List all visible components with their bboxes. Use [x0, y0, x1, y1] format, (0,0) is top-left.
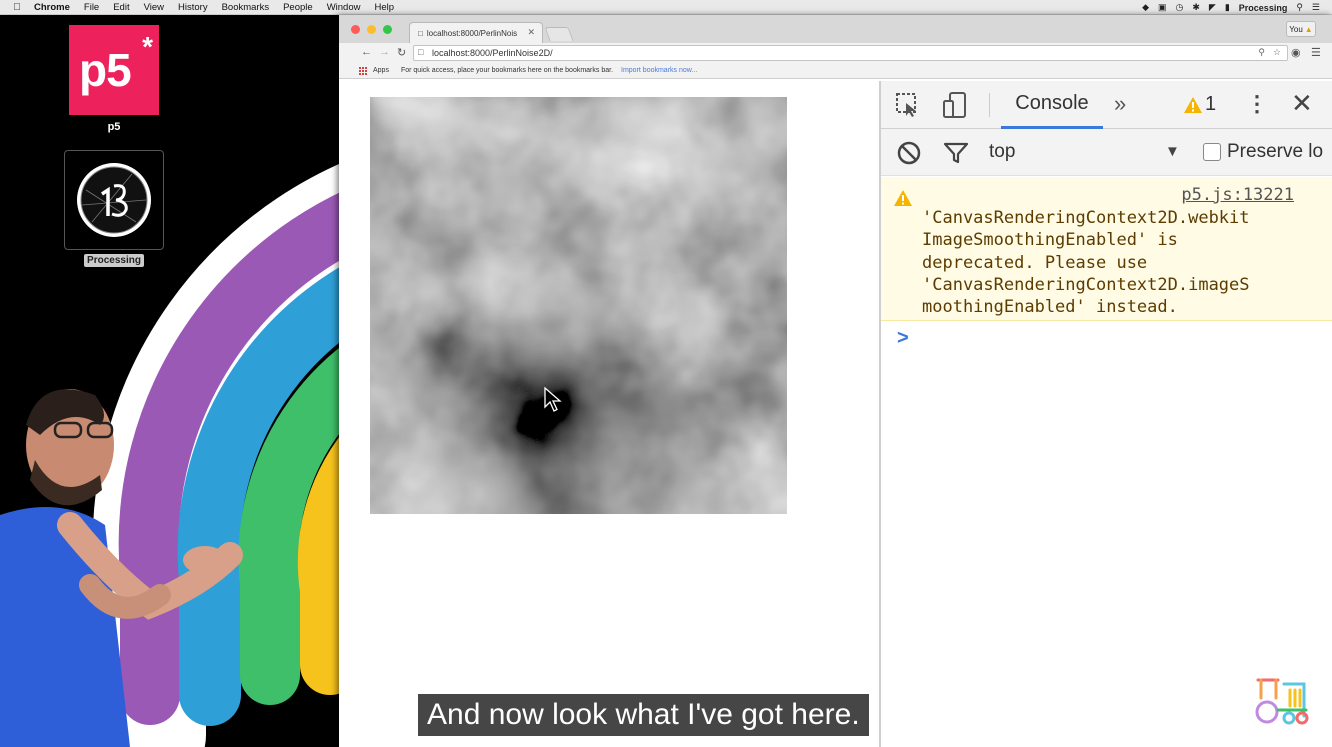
airplay-icon[interactable]: ▣	[1158, 2, 1167, 13]
bookmarks-hint: For quick access, place your bookmarks h…	[400, 67, 614, 74]
message-source-link[interactable]: p5.js:13221	[1181, 185, 1294, 205]
apps-shortcut[interactable]: Apps	[373, 67, 389, 74]
processing-logo-icon	[77, 163, 151, 237]
new-tab-button[interactable]	[544, 27, 574, 41]
preserve-log-label: Preserve lo	[1227, 141, 1324, 162]
inspect-element-icon[interactable]	[895, 92, 921, 118]
apple-icon[interactable]: 	[10, 2, 24, 13]
chrome-menu-icon[interactable]: ☰	[1311, 46, 1321, 59]
forward-icon[interactable]: →	[379, 46, 390, 58]
tab-title: localhost:8000/PerlinNois	[426, 28, 518, 38]
menu-view[interactable]: View	[144, 2, 164, 13]
clear-console-icon[interactable]	[897, 141, 921, 165]
tab-console[interactable]: Console	[1001, 81, 1103, 129]
window-close-button[interactable]	[351, 25, 360, 34]
import-bookmarks-link[interactable]: Import bookmarks now...	[621, 67, 697, 74]
p5-logo: p5 *	[69, 25, 159, 115]
notification-center-icon[interactable]: ☰	[1312, 2, 1320, 13]
apps-icon[interactable]	[359, 66, 367, 75]
warnings-counter[interactable]: 1	[1183, 93, 1216, 116]
browser-tab[interactable]: □ localhost:8000/PerlinNois ✕	[409, 22, 543, 43]
tab-console-label: Console	[1015, 92, 1089, 114]
video-frame:  Chrome File Edit View History Bookmark…	[0, 0, 1332, 747]
processing-icon-label: Processing	[84, 254, 144, 267]
processing-desktop-icon[interactable]: Processing	[64, 150, 164, 267]
back-icon[interactable]: ←	[361, 46, 372, 58]
extension-icon[interactable]: ◉	[1291, 46, 1301, 59]
devtools-panel: Console » 1 ⋮ ✕ top ▼ Preserve lo p5.js:…	[879, 81, 1332, 747]
menu-bar:  Chrome File Edit View History Bookmark…	[0, 0, 1332, 15]
devtools-close-icon[interactable]: ✕	[1291, 88, 1313, 119]
video-caption: And now look what I've got here.	[418, 694, 869, 736]
wifi-icon[interactable]: ◤	[1209, 2, 1216, 13]
menu-window[interactable]: Window	[327, 2, 361, 13]
menu-help[interactable]: Help	[374, 2, 394, 13]
preserve-log-checkbox[interactable]	[1203, 143, 1221, 161]
devtools-toolbar: Console » 1 ⋮ ✕	[881, 81, 1332, 129]
page-content	[354, 81, 879, 747]
status-area: ◆ ▣ ◷ ✱ ◤ ▮ Processing ⚲ ☰	[1142, 0, 1320, 15]
profile-button[interactable]: You ▲	[1286, 21, 1316, 37]
device-toolbar-icon[interactable]	[941, 91, 969, 119]
profile-warning-icon: ▲	[1304, 24, 1313, 34]
p5-icon-label: p5	[107, 121, 121, 133]
menu-app-name[interactable]: Chrome	[34, 2, 70, 13]
p5-desktop-icon[interactable]: p5 * p5	[69, 25, 159, 133]
page-favicon-icon: □	[418, 28, 423, 38]
console-warning-message: p5.js:13221 'CanvasRenderingContext2D.we…	[881, 177, 1332, 321]
devtools-menu-icon[interactable]: ⋮	[1246, 91, 1268, 117]
channel-watermark-icon	[1255, 678, 1309, 725]
address-bar[interactable]: □ localhost:8000/PerlinNoise2D/ ⚲ ☆	[413, 45, 1288, 61]
tab-strip: □ localhost:8000/PerlinNois ✕ You ▲	[339, 15, 1332, 43]
menu-history[interactable]: History	[178, 2, 208, 13]
p5-logo-text: p5	[79, 44, 132, 96]
console-filter-bar: top ▼ Preserve lo	[881, 129, 1332, 176]
status-user-name[interactable]: Processing	[1239, 3, 1288, 13]
p5-logo-star: *	[142, 31, 153, 62]
bluetooth-icon[interactable]: ✱	[1192, 2, 1200, 13]
spotlight-icon[interactable]: ⚲	[1296, 2, 1303, 13]
bookmarks-bar: Apps For quick access, place your bookma…	[339, 63, 1332, 79]
window-minimize-button[interactable]	[367, 25, 376, 34]
context-dropdown-arrow-icon[interactable]: ▼	[1165, 143, 1180, 160]
processing-logo	[64, 150, 164, 250]
filter-icon[interactable]	[943, 141, 969, 165]
zoom-icon[interactable]: ⚲	[1258, 47, 1265, 58]
page-info-icon[interactable]: □	[418, 47, 423, 57]
context-selector[interactable]: top	[989, 141, 1015, 163]
more-tabs-chevron-icon[interactable]: »	[1114, 91, 1126, 117]
chrome-window: □ localhost:8000/PerlinNois ✕ You ▲ ← → …	[339, 15, 1332, 747]
browser-toolbar: ← → ↻ □ localhost:8000/PerlinNoise2D/ ⚲ …	[339, 43, 1332, 63]
url-text: localhost:8000/PerlinNoise2D/	[432, 48, 553, 58]
warning-triangle-icon	[1184, 96, 1202, 113]
warning-message-text: 'CanvasRenderingContext2D.webkit ImageSm…	[922, 208, 1250, 318]
tab-close-icon[interactable]: ✕	[527, 27, 535, 38]
warning-icon	[894, 190, 912, 206]
profile-label: You	[1289, 24, 1303, 34]
warning-count: 1	[1205, 93, 1217, 115]
toolbar-divider	[989, 93, 990, 117]
menu-bookmarks[interactable]: Bookmarks	[222, 2, 270, 13]
menu-edit[interactable]: Edit	[113, 2, 129, 13]
dropbox-icon[interactable]: ◆	[1142, 2, 1149, 13]
mouse-pointer-icon	[544, 387, 562, 412]
console-prompt[interactable]: >	[897, 327, 909, 350]
desktop: p5 * p5 Processing	[0, 15, 345, 747]
time-machine-icon[interactable]: ◷	[1176, 2, 1184, 13]
presenter-video	[0, 389, 243, 747]
menu-people[interactable]: People	[283, 2, 313, 13]
preserve-log-option[interactable]: Preserve lo	[1203, 141, 1323, 163]
menu-file[interactable]: File	[84, 2, 99, 13]
battery-icon[interactable]: ▮	[1225, 2, 1230, 13]
reload-icon[interactable]: ↻	[397, 46, 406, 59]
window-zoom-button[interactable]	[383, 25, 392, 34]
perlin-noise-canvas[interactable]	[370, 97, 787, 514]
bookmark-star-icon[interactable]: ☆	[1273, 47, 1281, 58]
